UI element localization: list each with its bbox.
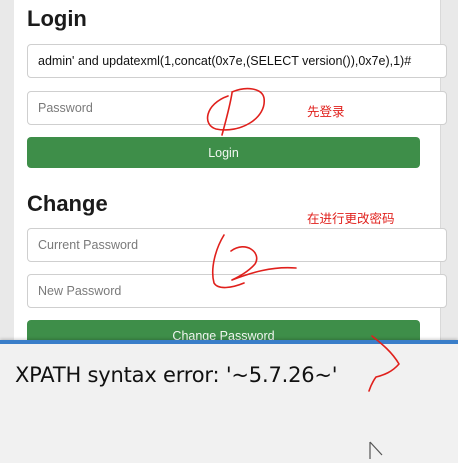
- annotation-step-1-text: 先登录: [307, 104, 345, 119]
- change-heading: Change: [27, 191, 108, 216]
- new-password-input[interactable]: [27, 274, 447, 308]
- login-heading: Login: [27, 6, 87, 31]
- error-output-window: XPATH syntax error: '~5.7.26~': [0, 340, 458, 463]
- username-input[interactable]: [27, 44, 447, 78]
- error-message: XPATH syntax error: '~5.7.26~': [15, 363, 338, 387]
- login-button[interactable]: Login: [27, 137, 420, 168]
- password-input[interactable]: [27, 91, 447, 125]
- current-password-input[interactable]: [27, 228, 447, 262]
- annotation-step-2-text: 在进行更改密码: [307, 211, 395, 226]
